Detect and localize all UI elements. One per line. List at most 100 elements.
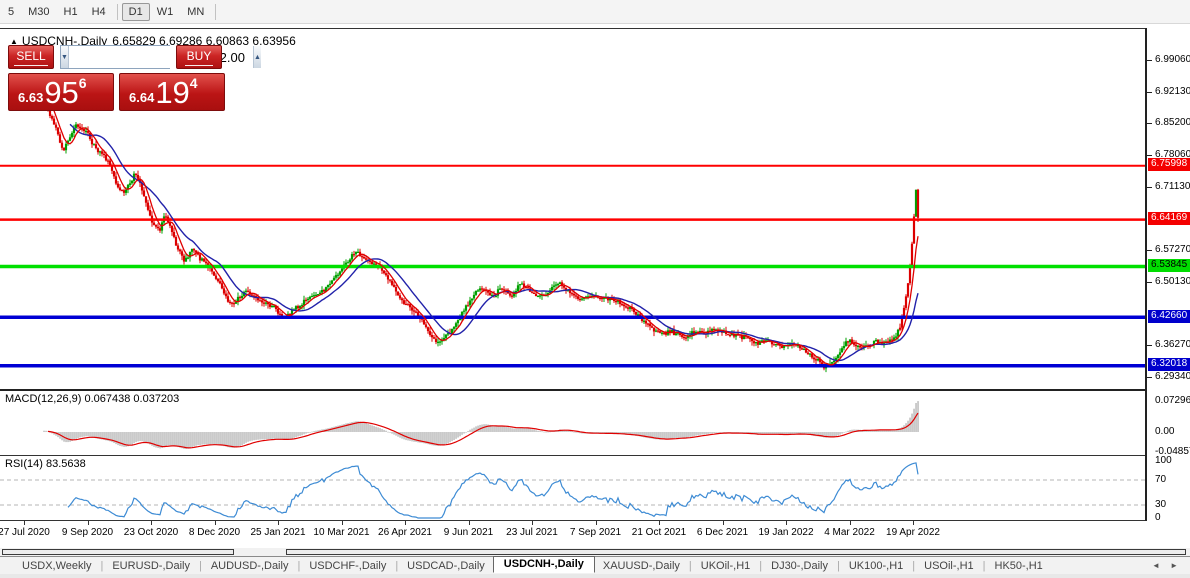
sell-price-big: 95 xyxy=(44,77,78,108)
tab-usdcad-daily[interactable]: USDCAD-,Daily xyxy=(399,559,493,573)
chevron-down-icon: ▼ xyxy=(61,54,68,61)
volume-input[interactable] xyxy=(69,46,253,68)
date-tick-mark xyxy=(532,521,533,525)
chevron-up-icon: ▲ xyxy=(254,54,261,61)
axis-tick-mark xyxy=(1147,123,1152,124)
buy-button-label: BUY xyxy=(185,49,214,66)
date-label: 9 Jun 2021 xyxy=(444,527,494,538)
tab-usdchf-daily[interactable]: USDCHF-,Daily xyxy=(301,559,394,573)
date-tick-mark xyxy=(151,521,152,525)
one-click-trading-panel: SELL ▼ ▲ BUY 6.63 95 6 6.64 xyxy=(8,45,226,111)
date-tick-mark xyxy=(850,521,851,525)
axis-tick-mark xyxy=(1147,282,1152,283)
volume-increase-button[interactable]: ▲ xyxy=(253,46,261,68)
buy-price-box[interactable]: 6.64 19 4 xyxy=(119,73,225,111)
status-strip xyxy=(0,574,1190,578)
tab-uk100-h1[interactable]: UK100-,H1 xyxy=(841,559,911,573)
timeframe-h4[interactable]: H4 xyxy=(85,3,113,21)
axis-tick-mark xyxy=(1147,92,1152,93)
price-tick-label: 6.50130 xyxy=(1155,276,1190,288)
rsi-tick-label: 30 xyxy=(1155,499,1166,511)
date-tick-mark xyxy=(24,521,25,525)
timeframe-d1[interactable]: D1 xyxy=(122,3,150,21)
date-label: 27 Jul 2020 xyxy=(0,527,50,538)
sell-button[interactable]: SELL xyxy=(8,45,54,69)
scrollbar-thumb[interactable] xyxy=(286,549,1186,555)
buy-price-pip: 4 xyxy=(190,75,198,91)
tab-separator: | xyxy=(837,560,840,572)
tab-usdcnh-daily[interactable]: USDCNH-,Daily xyxy=(493,556,595,573)
tab-separator: | xyxy=(100,560,103,572)
horizontal-scrollbar xyxy=(0,548,1190,556)
tab-separator: | xyxy=(759,560,762,572)
tab-audusd-daily[interactable]: AUDUSD-,Daily xyxy=(203,559,297,573)
tab-separator: | xyxy=(297,560,300,572)
tab-ukoil-h1[interactable]: UKOil-,H1 xyxy=(693,559,759,573)
tab-scroll-arrows[interactable]: ◄ ► xyxy=(1152,561,1182,570)
rsi-tick-label: 0 xyxy=(1155,512,1161,524)
sell-price-box[interactable]: 6.63 95 6 xyxy=(8,73,114,111)
tab-usdx-weekly[interactable]: USDX,Weekly xyxy=(14,559,99,573)
tab-separator: | xyxy=(912,560,915,572)
tab-separator: | xyxy=(199,560,202,572)
tab-xauusd-daily[interactable]: XAUUSD-,Daily xyxy=(595,559,688,573)
price-tick-label: 6.92130 xyxy=(1155,86,1190,98)
macd-tick-label: 0.072963 xyxy=(1155,395,1190,407)
axis-tick-mark xyxy=(1147,250,1152,251)
rsi-indicator-pane[interactable]: RSI(14) 83.5638 xyxy=(0,456,1190,521)
date-label: 9 Sep 2020 xyxy=(62,527,113,538)
tab-hk50-h1[interactable]: HK50-,H1 xyxy=(987,559,1051,573)
price-tick-label: 6.29340 xyxy=(1155,371,1190,383)
date-label: 4 Mar 2022 xyxy=(824,527,875,538)
tab-usoil-h1[interactable]: USOil-,H1 xyxy=(916,559,982,573)
price-tick-label: 6.36270 xyxy=(1155,339,1190,351)
scrollbar-segment[interactable] xyxy=(2,549,234,555)
buy-button[interactable]: BUY xyxy=(176,45,222,69)
date-tick-mark xyxy=(278,521,279,525)
rsi-label: RSI(14) 83.5638 xyxy=(5,458,86,470)
volume-decrease-button[interactable]: ▼ xyxy=(61,46,69,68)
timeframe-5[interactable]: 5 xyxy=(1,3,21,21)
price-tick-label: 6.85200 xyxy=(1155,117,1190,129)
axis-tick-mark xyxy=(1147,377,1152,378)
tab-eurusd-daily[interactable]: EURUSD-,Daily xyxy=(104,559,198,573)
date-label: 19 Apr 2022 xyxy=(886,527,940,538)
tab-dj30-daily[interactable]: DJ30-,Daily xyxy=(763,559,836,573)
date-tick-mark xyxy=(469,521,470,525)
timeframe-w1[interactable]: W1 xyxy=(150,3,181,21)
date-label: 26 Apr 2021 xyxy=(378,527,432,538)
date-tick-mark xyxy=(215,521,216,525)
chart-tab-bar: USDX,Weekly|EURUSD-,Daily|AUDUSD-,Daily|… xyxy=(0,556,1190,574)
sell-button-label: SELL xyxy=(14,49,47,66)
price-line-badge: 6.64169 xyxy=(1148,212,1190,225)
toolbar-separator xyxy=(117,4,118,20)
timeframe-mn[interactable]: MN xyxy=(180,3,211,21)
price-axis[interactable]: 6.990606.921306.852006.780606.759986.711… xyxy=(1145,28,1190,521)
chart-window: ▲USDCNH-,Daily6.65829 6.69286 6.60863 6.… xyxy=(0,28,1190,578)
buy-price-big: 19 xyxy=(155,77,189,108)
date-label: 8 Dec 2020 xyxy=(189,527,240,538)
axis-tick-mark xyxy=(1147,345,1152,346)
date-tick-mark xyxy=(596,521,597,525)
price-tick-label: 6.71130 xyxy=(1155,181,1190,193)
price-line-badge: 6.32018 xyxy=(1148,358,1190,371)
date-label: 25 Jan 2021 xyxy=(250,527,305,538)
tab-separator: | xyxy=(983,560,986,572)
date-axis[interactable]: 27 Jul 20209 Sep 202023 Oct 20208 Dec 20… xyxy=(0,521,1190,548)
rsi-tick-label: 100 xyxy=(1155,455,1172,467)
rsi-chart[interactable] xyxy=(0,456,1145,520)
date-tick-mark xyxy=(659,521,660,525)
price-chart-pane[interactable]: ▲USDCNH-,Daily6.65829 6.69286 6.60863 6.… xyxy=(0,28,1190,391)
volume-spinner: ▼ ▲ xyxy=(60,45,170,69)
timeframe-h1[interactable]: H1 xyxy=(57,3,85,21)
axis-tick-mark xyxy=(1147,60,1152,61)
rsi-tick-label: 70 xyxy=(1155,474,1166,486)
date-label: 7 Sep 2021 xyxy=(570,527,621,538)
macd-indicator-pane[interactable]: MACD(12,26,9) 0.067438 0.037203 xyxy=(0,391,1190,456)
date-label: 10 Mar 2021 xyxy=(313,527,369,538)
date-tick-mark xyxy=(342,521,343,525)
timeframe-m30[interactable]: M30 xyxy=(21,3,56,21)
date-tick-mark xyxy=(723,521,724,525)
date-tick-mark xyxy=(786,521,787,525)
date-label: 21 Oct 2021 xyxy=(632,527,686,538)
